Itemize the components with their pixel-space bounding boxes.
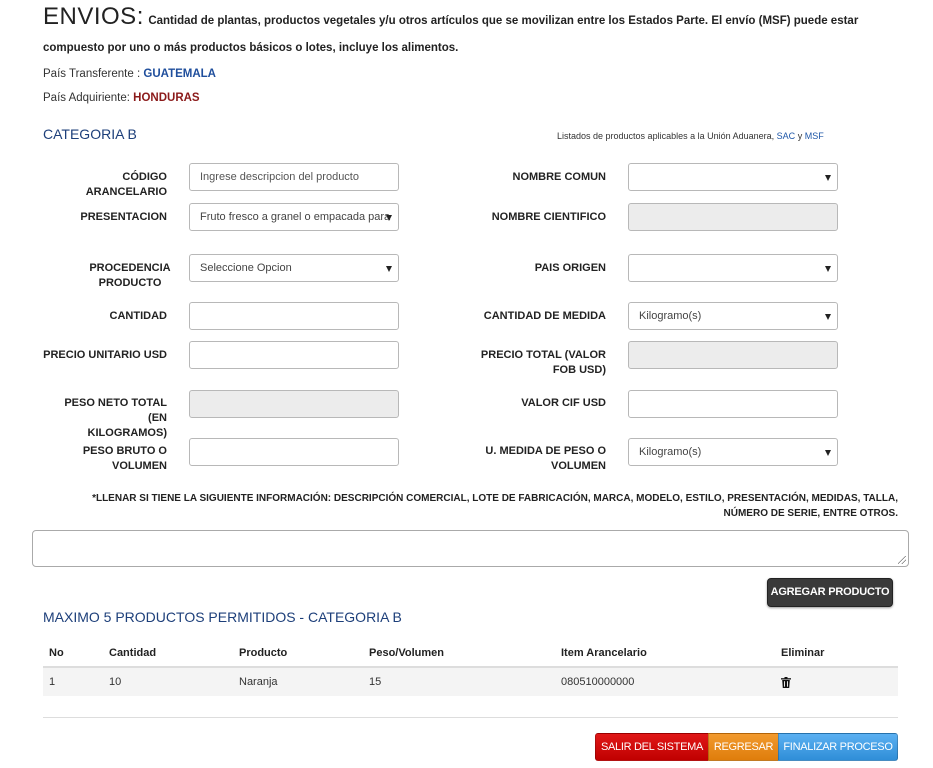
column-header-eliminar: Eliminar [781, 647, 825, 659]
category-title: CATEGORIA B [43, 126, 137, 142]
valor-cif-input[interactable] [628, 390, 838, 418]
column-header-peso-volumen: Peso/Volumen [369, 647, 444, 659]
unidad-medida-peso-select[interactable]: Kilogramo(s) [628, 438, 838, 466]
codigo-arancelario-input[interactable]: Ingrese descripcion del producto [189, 163, 399, 191]
precio-unitario-input[interactable] [189, 341, 399, 369]
procedencia-label-line1: PROCEDENCIA [89, 262, 171, 274]
acquire-country-value: HONDURAS [133, 92, 200, 104]
sac-link[interactable]: SAC [777, 131, 796, 141]
precio-total-label-line2: FOB USD) [552, 364, 606, 376]
additional-info-note: *LLENAR SI TIENE LA SIGUIENTE INFORMACIÓ… [92, 493, 898, 519]
codigo-arancelario-label: CÓDIGO ARANCELARIO [85, 171, 167, 198]
acquire-country: País Adquiriente: HONDURAS [43, 92, 200, 104]
table-row: 1 10 Naranja 15 080510000000 [43, 668, 898, 696]
exit-system-button[interactable]: SALIR DEL SISTEMA [595, 733, 709, 761]
peso-bruto-label-line1: PESO BRUTO O [82, 445, 167, 457]
peso-bruto-label-line2: VOLUMEN [112, 460, 167, 472]
cell-peso-volumen: 15 [369, 676, 382, 688]
pais-origen-select[interactable] [628, 254, 838, 282]
presentacion-select[interactable]: Fruto fresco a granel o empacada para [189, 203, 399, 231]
precio-total-field [628, 341, 838, 369]
codigo-arancelario-placeholder: Ingrese descripcion del producto [200, 171, 359, 183]
peso-bruto-label: PESO BRUTO O VOLUMEN [43, 444, 167, 474]
presentacion-label: PRESENTACION [80, 211, 167, 223]
nombre-cientifico-field [628, 203, 838, 231]
additional-info-textarea[interactable] [32, 530, 909, 567]
nombre-comun-select[interactable] [628, 163, 838, 191]
products-table-title: MAXIMO 5 PRODUCTOS PERMITIDOS - CATEGORI… [43, 609, 402, 625]
back-button[interactable]: REGRESAR [708, 733, 779, 761]
nombre-comun-label: NOMBRE COMUN [512, 171, 607, 183]
listados-text: Listados de productos aplicables a la Un… [557, 131, 824, 141]
procedencia-label-line2: PRODUCTO [98, 277, 162, 289]
cantidad-medida-select[interactable]: Kilogramo(s) [628, 302, 838, 330]
column-header-no: No [49, 647, 64, 659]
peso-neto-label-line2: KILOGRAMOS) [87, 427, 167, 439]
page-title: ENVIOS: [43, 3, 144, 30]
cantidad-label: CANTIDAD [109, 310, 167, 322]
peso-bruto-input[interactable] [189, 438, 399, 466]
listados-label: Listados de productos aplicables a la Un… [557, 131, 775, 141]
finish-process-button[interactable]: FINALIZAR PROCESO [778, 733, 898, 761]
precio-total-label: PRECIO TOTAL (VALOR FOB USD) [470, 348, 606, 378]
peso-neto-field [189, 390, 399, 418]
trash-icon[interactable] [781, 677, 791, 688]
cantidad-input[interactable] [189, 302, 399, 330]
add-product-button[interactable]: AGREGAR PRODUCTO [767, 578, 893, 607]
unidad-medida-peso-label-line1: U. MEDIDA DE PESO O [485, 445, 606, 457]
page-description: Cantidad de plantas, productos vegetales… [43, 15, 859, 54]
cell-producto: Naranja [239, 676, 278, 688]
peso-neto-label-line1: PESO NETO TOTAL (EN [64, 397, 167, 424]
cantidad-medida-label: CANTIDAD DE MEDIDA [483, 310, 606, 322]
page-header: ENVIOS: Cantidad de plantas, productos v… [43, 4, 903, 61]
footer-divider [43, 717, 898, 718]
unidad-medida-peso-label-line2: VOLUMEN [551, 460, 606, 472]
procedencia-select[interactable]: Seleccione Opcion [189, 254, 399, 282]
acquire-country-label: País Adquiriente: [43, 92, 130, 104]
peso-neto-label: PESO NETO TOTAL (EN KILOGRAMOS) [43, 396, 167, 441]
listados-and: y [797, 131, 803, 141]
valor-cif-label: VALOR CIF USD [521, 397, 606, 409]
precio-total-label-line1: PRECIO TOTAL (VALOR [480, 349, 606, 361]
transfer-country: País Transferente : GUATEMALA [43, 68, 216, 80]
unidad-medida-peso-label: U. MEDIDA DE PESO O VOLUMEN [470, 444, 606, 474]
column-header-producto: Producto [239, 647, 288, 659]
pais-origen-label: PAIS ORIGEN [534, 262, 606, 274]
column-header-cantidad: Cantidad [109, 647, 157, 659]
precio-unitario-label: PRECIO UNITARIO USD [43, 349, 167, 361]
cell-item-arancelario: 080510000000 [561, 676, 635, 688]
cell-cantidad: 10 [109, 676, 122, 688]
resize-grip-icon[interactable] [898, 556, 906, 564]
transfer-country-value: GUATEMALA [143, 68, 216, 80]
transfer-country-label: País Transferente : [43, 68, 141, 80]
procedencia-label: PROCEDENCIA PRODUCTO [80, 261, 180, 291]
cell-no: 1 [49, 676, 56, 688]
nombre-cientifico-label: NOMBRE CIENTIFICO [491, 211, 606, 223]
column-header-item-arancelario: Item Arancelario [561, 647, 647, 659]
msf-link[interactable]: MSF [805, 131, 824, 141]
